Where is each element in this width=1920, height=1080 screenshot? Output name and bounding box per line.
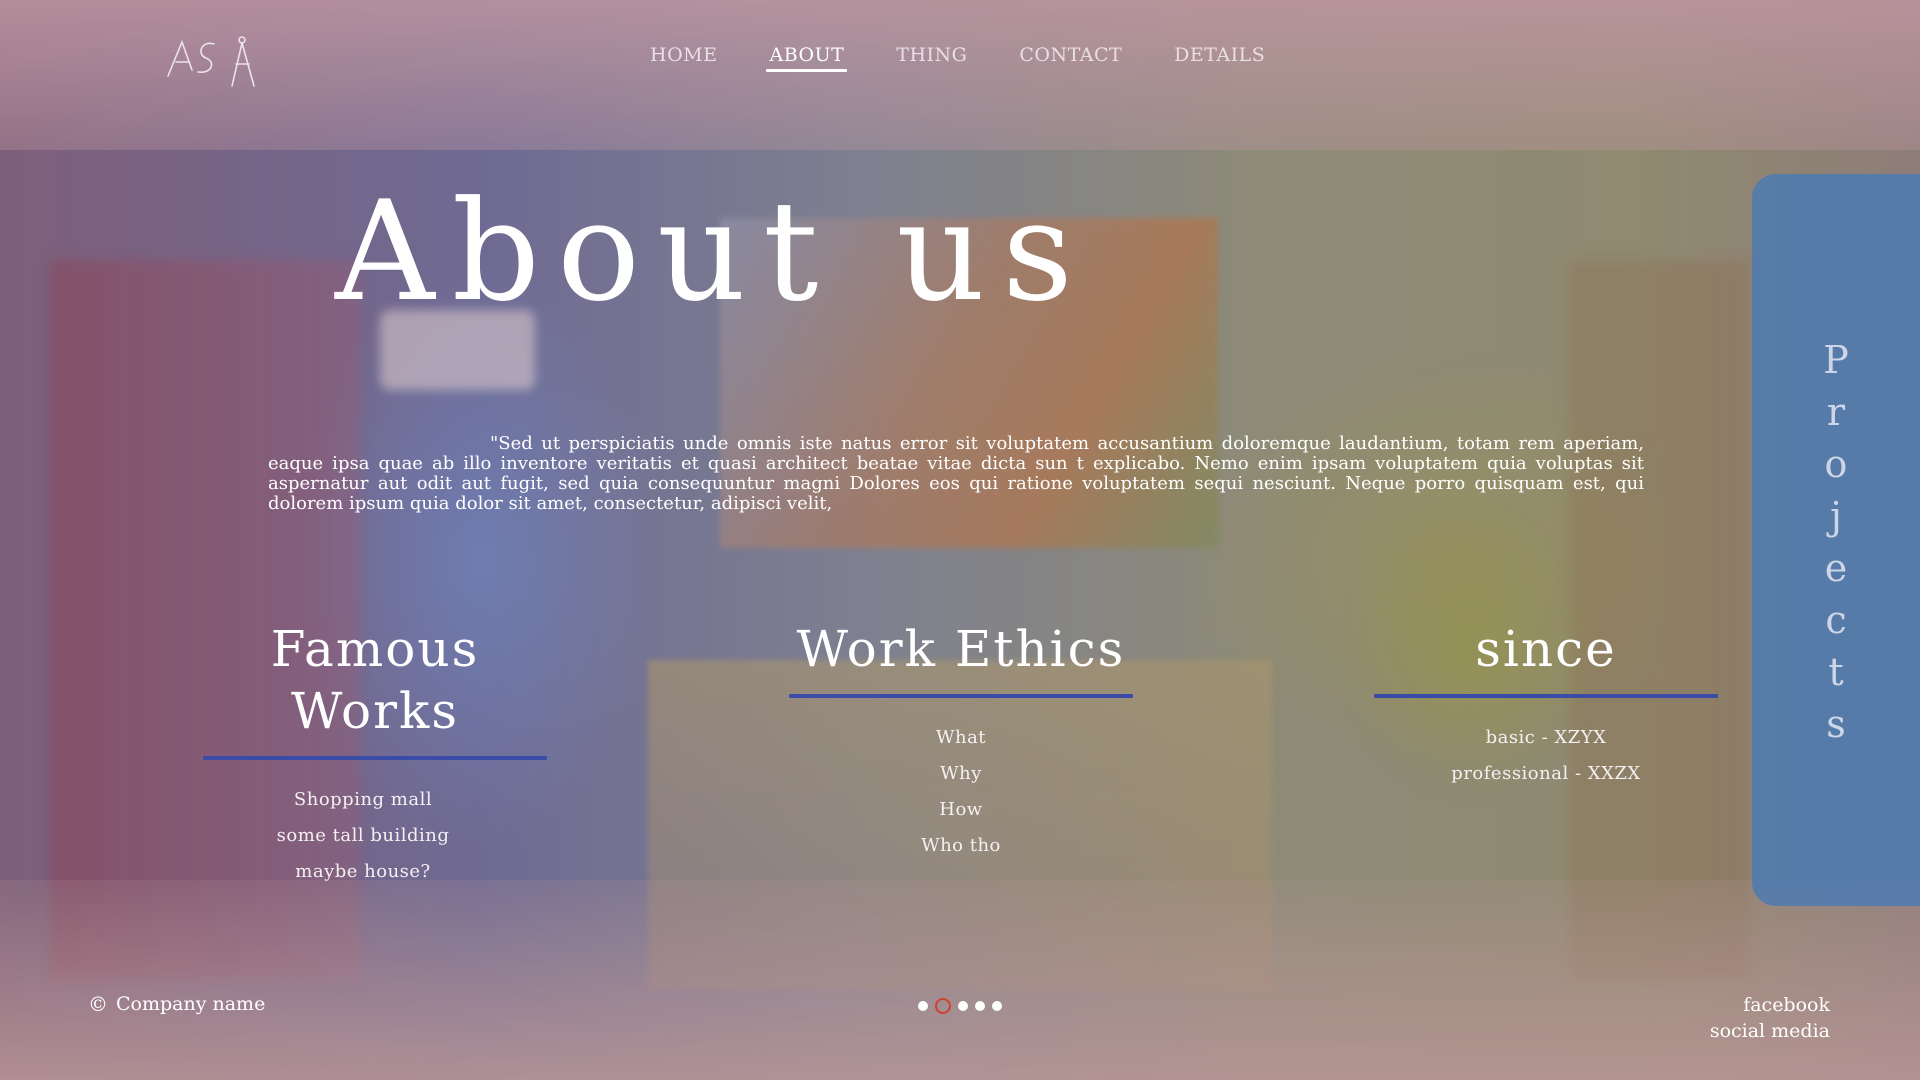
projects-letter: o	[1824, 442, 1850, 486]
intro-paragraph: "Sed ut perspiciatis unde omnis iste nat…	[268, 433, 1644, 514]
nav-thing[interactable]: THING	[896, 44, 967, 72]
list-item[interactable]: Shopping mall	[179, 782, 547, 818]
work-ethics-list: What Why How Who tho	[789, 720, 1133, 864]
nav-contact[interactable]: CONTACT	[1019, 44, 1122, 72]
brand-logo[interactable]	[166, 32, 258, 90]
projects-tab-label: P r o j e c t s	[1822, 334, 1852, 750]
company-name: Company name	[116, 993, 266, 1015]
list-item[interactable]: Who tho	[789, 828, 1133, 864]
since-heading: since	[1475, 620, 1617, 678]
projects-letter: r	[1826, 390, 1848, 434]
since-section: since basic - XZYX professional - XXZX	[1374, 618, 1718, 792]
projects-letter: j	[1830, 494, 1844, 538]
facebook-link[interactable]: facebook	[1710, 992, 1830, 1018]
projects-letter: t	[1828, 650, 1846, 694]
nav-details[interactable]: DETAILS	[1174, 44, 1265, 72]
list-item[interactable]: professional - XXZX	[1374, 756, 1718, 792]
pager-dot-4[interactable]	[975, 1001, 985, 1011]
footer-copyright: © Company name	[88, 992, 265, 1016]
list-item[interactable]: basic - XZYX	[1374, 720, 1718, 756]
copyright-icon: ©	[88, 992, 108, 1016]
projects-side-tab[interactable]: P r o j e c t s	[1752, 174, 1920, 906]
nav-home[interactable]: HOME	[650, 44, 717, 72]
list-item[interactable]: some tall building	[179, 818, 547, 854]
footer-social-links: facebook social media	[1710, 992, 1830, 1044]
list-item[interactable]: How	[789, 792, 1133, 828]
background-floor	[0, 880, 1920, 1080]
nav-about[interactable]: ABOUT	[766, 44, 848, 72]
projects-letter: c	[1825, 598, 1849, 642]
projects-letter: e	[1824, 546, 1850, 590]
projects-letter: s	[1826, 702, 1848, 746]
slide-pager	[918, 998, 1002, 1014]
list-item[interactable]: What	[789, 720, 1133, 756]
section-divider	[203, 756, 547, 760]
projects-letter: P	[1823, 338, 1851, 382]
work-ethics-section: Work Ethics What Why How Who tho	[789, 618, 1133, 864]
work-ethics-heading: Work Ethics	[796, 620, 1126, 678]
page-title: About us	[335, 171, 1090, 332]
pager-dot-5[interactable]	[992, 1001, 1002, 1011]
social-media-link[interactable]: social media	[1710, 1018, 1830, 1044]
list-item[interactable]: Why	[789, 756, 1133, 792]
famous-works-list: Shopping mall some tall building maybe h…	[179, 782, 547, 890]
pager-dot-1[interactable]	[918, 1001, 928, 1011]
background-ceiling	[0, 0, 1920, 150]
main-nav: HOME ABOUT THING CONTACT DETAILS	[650, 44, 1317, 72]
section-divider	[789, 694, 1133, 698]
since-list: basic - XZYX professional - XXZX	[1374, 720, 1718, 792]
compass-icon	[167, 36, 255, 87]
list-item[interactable]: maybe house?	[179, 854, 547, 890]
famous-works-section: Famous Works Shopping mall some tall bui…	[203, 618, 547, 890]
pager-dot-2-active[interactable]	[935, 998, 951, 1014]
pager-dot-3[interactable]	[958, 1001, 968, 1011]
section-divider	[1374, 694, 1718, 698]
famous-works-heading: Famous Works	[270, 620, 480, 740]
